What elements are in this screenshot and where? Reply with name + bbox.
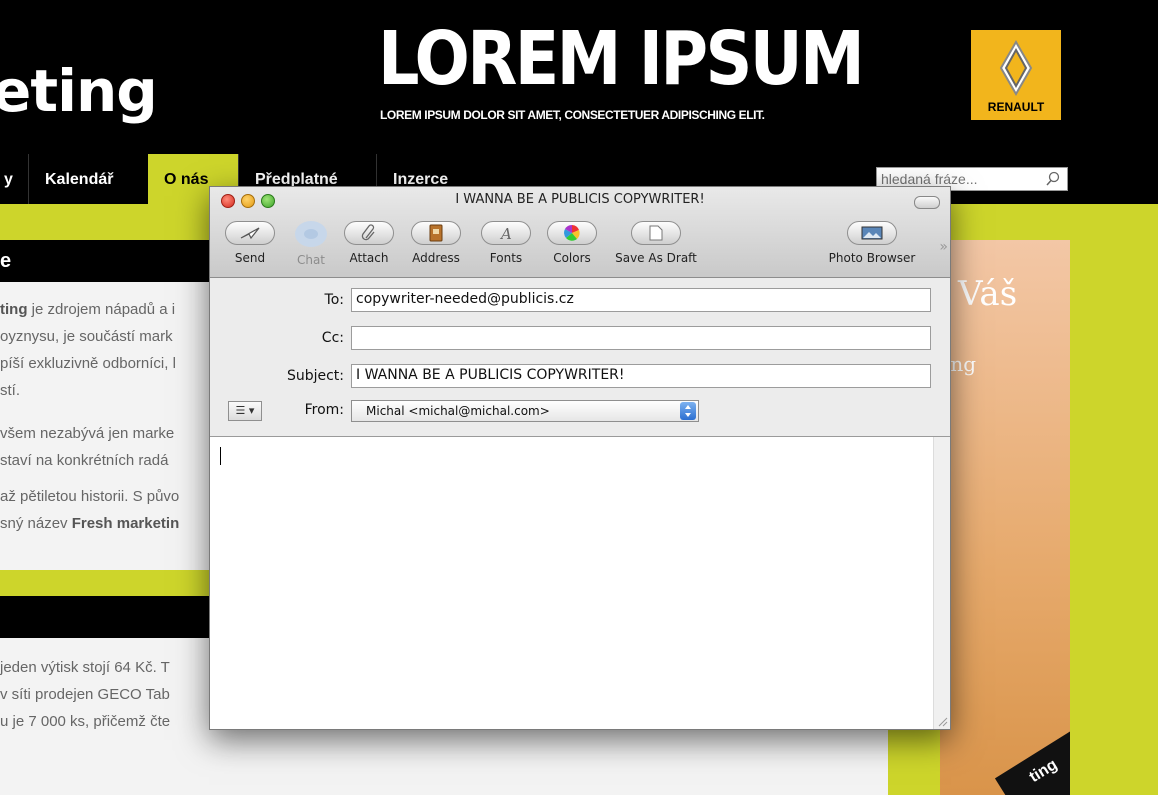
toolbar-toggle-button[interactable] (914, 196, 940, 209)
address-book-icon (429, 224, 443, 242)
to-field[interactable]: copywriter-needed@publicis.cz (351, 288, 931, 312)
nav-item-kalendar[interactable]: Kalendář (28, 154, 148, 204)
text-line: sný název (0, 515, 72, 532)
toolbar-overflow-icon[interactable]: » (939, 239, 948, 255)
paragraph: jeden výtisk stojí 64 Kč. T v síti prode… (0, 654, 240, 735)
paragraph: všem nezabývá jen marke staví na konkrét… (0, 420, 240, 474)
renault-diamond-icon (999, 40, 1033, 96)
message-body[interactable] (210, 437, 950, 729)
fonts-button[interactable]: A Fonts (481, 221, 531, 265)
paperclip-icon (361, 224, 375, 241)
text-line: všem nezabývá jen marke (0, 425, 175, 442)
chat-button[interactable]: Chat (286, 221, 336, 267)
address-label: Address (412, 251, 460, 265)
header-options-menu[interactable]: ☰ ▾ (228, 401, 262, 421)
send-button[interactable]: Send (222, 221, 278, 265)
search-icon[interactable] (1045, 171, 1061, 187)
magazine-image: ting (994, 730, 1070, 795)
text-line: píší exkluzivně odborníci, l (0, 355, 176, 372)
attach-label: Attach (349, 251, 389, 265)
photo-browser-button[interactable]: Photo Browser (818, 221, 926, 265)
popup-stepper-icon (680, 402, 696, 420)
brand-name: RENAULT (971, 100, 1061, 114)
svg-text:A: A (499, 225, 512, 241)
renault-logo[interactable]: RENAULT (971, 30, 1061, 120)
vertical-scrollbar[interactable] (933, 437, 950, 729)
compose-window: I WANNA BE A PUBLICIS COPYWRITER! Send C… (209, 186, 951, 730)
text-line: stí. (0, 382, 21, 399)
chat-icon (304, 229, 318, 239)
cc-field[interactable] (351, 326, 931, 350)
bold-text: ting (0, 301, 28, 318)
hero-title: LOREM IPSUM (378, 16, 865, 102)
save-as-draft-button[interactable]: Save As Draft (608, 221, 704, 265)
attach-button[interactable]: Attach (344, 221, 394, 265)
send-icon (240, 227, 260, 240)
chat-label: Chat (296, 253, 326, 267)
nav-item-partial[interactable]: y (0, 154, 28, 204)
resize-grip-icon[interactable] (936, 715, 948, 727)
text-line: u je 7 000 ks, přičemž čte (0, 713, 171, 730)
window-title: I WANNA BE A PUBLICIS COPYWRITER! (455, 192, 705, 207)
text-caret (220, 447, 221, 465)
text-line: staví na konkrétních radá (0, 452, 169, 469)
address-button[interactable]: Address (406, 221, 466, 265)
promo-title: Váš (958, 274, 1018, 314)
draft-icon (649, 225, 663, 241)
window-toolbar: I WANNA BE A PUBLICIS COPYWRITER! Send C… (210, 187, 950, 278)
save-as-draft-label: Save As Draft (615, 251, 697, 265)
text-line: až pětiletou historii. S půvo (0, 488, 180, 505)
subject-field[interactable]: I WANNA BE A PUBLICIS COPYWRITER! (351, 364, 931, 388)
text-line: je zdrojem nápadů a i (27, 301, 176, 318)
from-select[interactable]: Michal <michal@michal.com> (351, 400, 699, 422)
colors-label: Colors (553, 251, 591, 265)
photo-icon (861, 226, 883, 240)
to-label: To: (324, 292, 344, 308)
site-logo-text: eting (0, 57, 158, 125)
color-wheel-icon (564, 224, 580, 241)
text-line: v síti prodejen GECO Tab (0, 686, 170, 703)
photo-browser-label: Photo Browser (828, 251, 916, 265)
paragraph: ting je zdrojem nápadů a i oyznysu, je s… (0, 296, 240, 404)
bold-text: Fresh marketin (71, 515, 180, 532)
subject-label: Subject: (286, 368, 344, 384)
paragraph: až pětiletou historii. S půvo sný název … (0, 483, 240, 537)
from-value: Michal <michal@michal.com> (366, 404, 550, 418)
send-label: Send (234, 251, 266, 265)
hero-subtitle: LOREM IPSUM DOLOR SIT AMET, CONSECTETUER… (380, 108, 765, 122)
text-line: jeden výtisk stojí 64 Kč. T (0, 659, 170, 676)
colors-button[interactable]: Colors (544, 221, 600, 265)
fonts-label: Fonts (489, 251, 523, 265)
message-headers: To: copywriter-needed@publicis.cz Cc: Su… (210, 278, 950, 437)
text-line: oyznysu, je součástí mark (0, 328, 173, 345)
font-icon: A (499, 225, 512, 241)
cc-label: Cc: (321, 330, 344, 346)
from-label: From: (304, 402, 344, 418)
